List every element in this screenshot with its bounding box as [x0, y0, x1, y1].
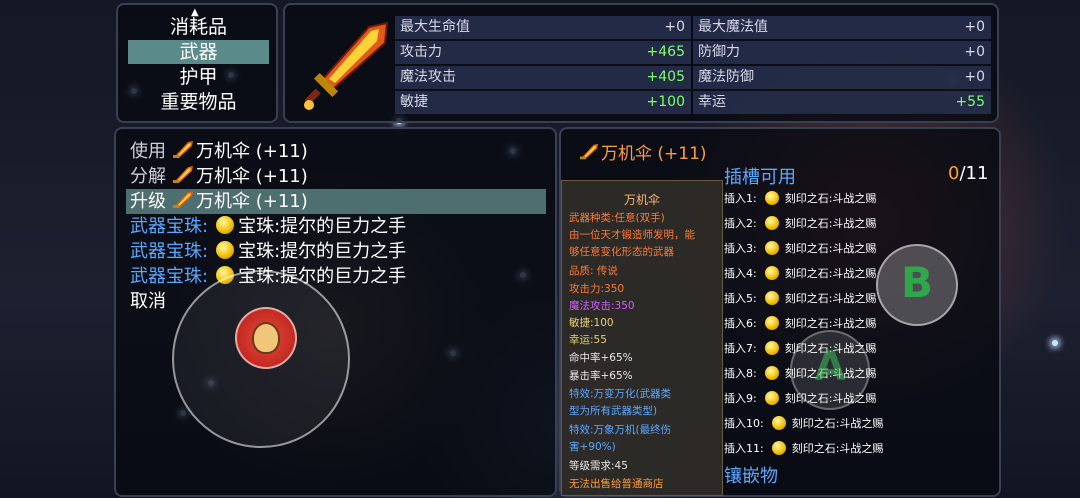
orb-icon: [764, 216, 779, 230]
stats-panel: 最大生命值 +0 攻击力 +465 魔法攻击 +405 敏捷 +100 最大魔法值 +0 …: [283, 3, 999, 123]
sword-icon: [173, 191, 193, 208]
action-label: 武器宝珠:: [130, 216, 209, 237]
action-weapon-orb-2[interactable]: 武器宝珠: 宝珠:提尔的巨力之手: [130, 239, 406, 264]
a-button-label: A: [814, 344, 846, 390]
card-effect-line: 特效:万变万化(武器类: [569, 388, 672, 400]
action-item-name: 宝珠:提尔的巨力之手: [238, 216, 407, 237]
stat-magic-defense: 魔法防御 +0: [693, 66, 991, 89]
category-armor[interactable]: 护甲: [128, 65, 269, 89]
action-item-name: 万机伞 (+11): [196, 191, 308, 212]
slot-row[interactable]: 插入2: 刻印之石:斗战之赐: [724, 213, 876, 235]
card-level-requirement: 等级需求:45: [569, 460, 628, 472]
card-agility: 敏捷:100: [569, 317, 614, 329]
category-consumables[interactable]: 消耗品: [128, 15, 269, 39]
orb-icon: [764, 341, 779, 355]
stat-attack: 攻击力 +465: [395, 41, 691, 64]
orb-icon: [216, 241, 235, 259]
category-weapons[interactable]: 武器: [128, 40, 269, 64]
card-item-name: 万机伞: [624, 193, 661, 207]
slot-row[interactable]: 插入11: 刻印之石:斗战之赐: [724, 438, 883, 460]
slot-count: 0/11: [948, 163, 988, 184]
stat-agility: 敏捷 +100: [395, 91, 691, 114]
action-upgrade[interactable]: 升级 万机伞 (+11): [126, 189, 546, 214]
action-label: 武器宝珠:: [130, 241, 209, 262]
category-menu: ▲ 消耗品 武器 护甲 重要物品: [116, 3, 278, 123]
orb-icon: [764, 391, 779, 405]
b-button[interactable]: B: [876, 244, 958, 326]
orb-icon: [771, 416, 786, 430]
stat-magic-attack: 魔法攻击 +405: [395, 66, 691, 89]
slot-count-used: 0: [948, 163, 960, 184]
orb-icon: [764, 291, 779, 305]
inlay-label: 镶嵌物: [724, 466, 778, 487]
slot-row[interactable]: 插入3: 刻印之石:斗战之赐: [724, 238, 876, 260]
card-effect-line: 害+90%): [569, 441, 616, 453]
sword-icon: [173, 141, 193, 158]
slot-row[interactable]: 插入6: 刻印之石:斗战之赐: [724, 313, 876, 335]
sword-icon: [173, 166, 193, 183]
card-note: 无法出售给普通商店: [569, 478, 664, 490]
item-description-card: 万机伞 武器种类:任意(双手) 由一位天才锻造师发明，能 够任意变化形态的武器 …: [561, 180, 723, 496]
orb-icon: [764, 191, 779, 205]
b-button-label: B: [900, 258, 933, 307]
sparkle-icon: [1052, 340, 1058, 346]
action-label: 分解: [130, 166, 166, 187]
item-title-text: 万机伞 (+11): [601, 144, 707, 164]
slot-row[interactable]: 插入1: 刻印之石:斗战之赐: [724, 188, 876, 210]
action-label: 升级: [130, 191, 166, 212]
card-effect-line: 型为所有武器类型): [569, 405, 658, 417]
card-desc-line: 由一位天才锻造师发明，能: [569, 229, 695, 241]
slot-count-total: /11: [959, 163, 989, 184]
character-face-icon: [252, 322, 280, 354]
category-key-items[interactable]: 重要物品: [128, 90, 269, 114]
orb-icon: [764, 366, 779, 380]
orb-icon: [764, 316, 779, 330]
orb-icon: [764, 266, 779, 280]
card-desc-line: 武器种类:任意(双手): [569, 212, 665, 224]
orb-icon: [216, 216, 235, 234]
action-label: 使用: [130, 141, 166, 162]
orb-icon: [764, 241, 779, 255]
action-disassemble[interactable]: 分解 万机伞 (+11): [130, 164, 308, 189]
orb-icon: [771, 441, 786, 455]
sword-icon: [579, 143, 599, 160]
action-item-name: 宝珠:提尔的巨力之手: [238, 241, 407, 262]
card-effect-line: 特效:万象万机(最终伤: [569, 424, 672, 436]
action-label: 武器宝珠:: [130, 266, 209, 287]
card-luck: 幸运:55: [569, 334, 607, 346]
card-crit-rate: 暴击率+65%: [569, 370, 633, 382]
action-label: 取消: [130, 291, 166, 312]
action-weapon-orb-1[interactable]: 武器宝珠: 宝珠:提尔的巨力之手: [130, 214, 406, 239]
card-grade: 品质: 传说: [569, 265, 618, 277]
card-attack: 攻击力:350: [569, 283, 625, 295]
stat-defense: 防御力 +0: [693, 41, 991, 64]
stat-luck: 幸运 +55: [693, 91, 991, 114]
action-cancel[interactable]: 取消: [130, 289, 166, 314]
card-hit-rate: 命中率+65%: [569, 352, 633, 364]
slot-header: 插槽可用: [724, 167, 796, 188]
slot-row[interactable]: 插入5: 刻印之石:斗战之赐: [724, 288, 876, 310]
action-item-name: 万机伞 (+11): [196, 141, 308, 162]
slot-row[interactable]: 插入10: 刻印之石:斗战之赐: [724, 413, 883, 435]
stat-max-hp: 最大生命值 +0: [395, 16, 691, 39]
sword-icon: [304, 21, 389, 110]
item-title: 万机伞 (+11): [579, 139, 707, 164]
action-item-name: 万机伞 (+11): [196, 166, 308, 187]
slot-row[interactable]: 插入4: 刻印之石:斗战之赐: [724, 263, 876, 285]
stat-max-mp: 最大魔法值 +0: [693, 16, 991, 39]
action-use[interactable]: 使用 万机伞 (+11): [130, 139, 308, 164]
card-magic-attack: 魔法攻击:350: [569, 300, 635, 312]
a-button[interactable]: A: [790, 330, 870, 410]
card-desc-line: 够任意变化形态的武器: [569, 246, 674, 258]
